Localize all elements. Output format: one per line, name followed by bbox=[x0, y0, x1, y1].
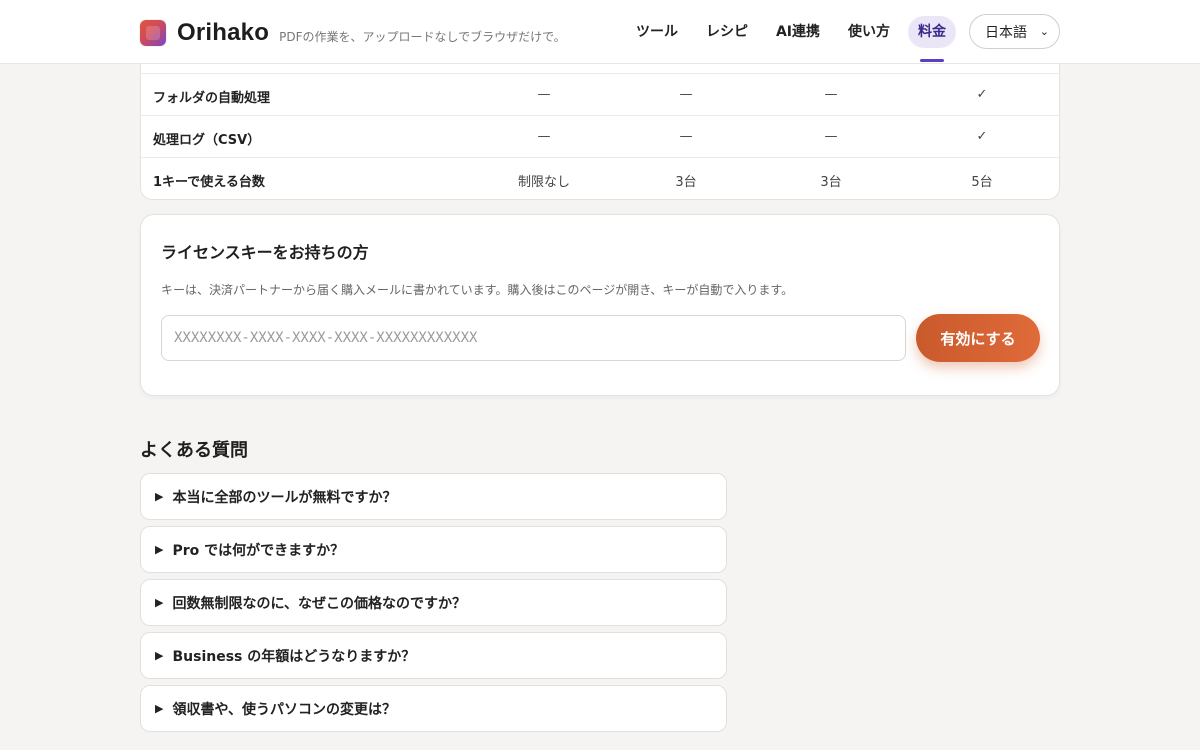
faq-question: Pro では何ができますか？ bbox=[172, 542, 345, 559]
table-row: フォルダの自動処理 — — — ✓ bbox=[141, 73, 1059, 115]
cell-plan-3: — bbox=[824, 129, 838, 144]
faq-title: よくある質問 bbox=[140, 440, 248, 461]
cell-plan-3: 3台 bbox=[820, 175, 842, 190]
faq-question: Business の年額はどうなりますか？ bbox=[172, 648, 416, 665]
orihako-logo-icon bbox=[140, 20, 166, 46]
nav-how-to-use[interactable]: 使い方 bbox=[838, 16, 900, 48]
cell-plan-3: — bbox=[824, 87, 838, 102]
faq-item[interactable]: ▶ Pro では何ができますか？ bbox=[140, 526, 727, 573]
row-label: 処理ログ（CSV） bbox=[153, 133, 261, 148]
license-key-card: ライセンスキーをお持ちの方 キーは、決済パートナーから届く購入メールに書かれてい… bbox=[140, 214, 1060, 396]
disclosure-triangle-icon: ▶ bbox=[155, 596, 164, 609]
activate-button[interactable]: 有効にする bbox=[916, 314, 1040, 362]
cell-plan-2: — bbox=[679, 87, 693, 102]
language-value: 日本語 bbox=[985, 24, 1027, 41]
faq-question: 領収書や、使うパソコンの変更は？ bbox=[172, 701, 397, 718]
faq-item[interactable]: ▶ 本当に全部のツールが無料ですか？ bbox=[140, 473, 727, 520]
top-nav-bar: Orihako PDFの作業を、アップロードなしでブラウザだけで。 ツール レシ… bbox=[0, 0, 1200, 64]
brand[interactable]: Orihako PDFの作業を、アップロードなしでブラウザだけで。 bbox=[140, 19, 566, 47]
license-description: キーは、決済パートナーから届く購入メールに書かれています。購入後はこのページが開… bbox=[161, 283, 794, 297]
check-icon: ✓ bbox=[976, 129, 988, 144]
main-nav: ツール レシピ AI連携 使い方 料金 bbox=[618, 16, 956, 62]
faq-question: 回数無制限なのに、なぜこの価格なのですか？ bbox=[172, 595, 467, 612]
row-label: 1キーで使える台数 bbox=[153, 175, 265, 190]
cell-plan-2: — bbox=[679, 129, 693, 144]
table-row: 処理ログ（CSV） — — — ✓ bbox=[141, 115, 1059, 157]
license-title: ライセンスキーをお持ちの方 bbox=[161, 243, 369, 262]
faq-question: 本当に全部のツールが無料ですか？ bbox=[172, 489, 397, 506]
disclosure-triangle-icon: ▶ bbox=[155, 702, 164, 715]
check-icon: ✓ bbox=[976, 87, 988, 102]
license-key-input[interactable] bbox=[161, 315, 906, 361]
table-row: 1キーで使える台数 制限なし 3台 3台 5台 bbox=[141, 157, 1059, 199]
faq-item[interactable]: ▶ 回数無制限なのに、なぜこの価格なのですか？ bbox=[140, 579, 727, 626]
cell-free: — bbox=[537, 87, 551, 102]
nav-pricing[interactable]: 料金 bbox=[908, 16, 956, 62]
language-select[interactable]: 日本語 ⌄ bbox=[969, 14, 1060, 49]
cell-free: — bbox=[537, 129, 551, 144]
disclosure-triangle-icon: ▶ bbox=[155, 649, 164, 662]
nav-tools[interactable]: ツール bbox=[626, 16, 688, 48]
faq-item[interactable]: ▶ 領収書や、使うパソコンの変更は？ bbox=[140, 685, 727, 732]
cell-plan-2: 3台 bbox=[675, 175, 697, 190]
plan-comparison-table: フォルダの自動処理 — — — ✓ 処理ログ（CSV） — — — ✓ 1キーで… bbox=[140, 50, 1060, 200]
brand-name: Orihako bbox=[177, 19, 270, 46]
chevron-down-icon: ⌄ bbox=[1039, 25, 1049, 38]
tagline: PDFの作業を、アップロードなしでブラウザだけで。 bbox=[279, 29, 566, 44]
row-label: フォルダの自動処理 bbox=[153, 91, 271, 106]
disclosure-triangle-icon: ▶ bbox=[155, 543, 164, 556]
nav-ai-integration[interactable]: AI連携 bbox=[766, 16, 830, 48]
faq-item[interactable]: ▶ Business の年額はどうなりますか？ bbox=[140, 632, 727, 679]
cell-plan-4: 5台 bbox=[971, 175, 993, 190]
cell-free: 制限なし bbox=[517, 175, 570, 190]
disclosure-triangle-icon: ▶ bbox=[155, 490, 164, 503]
nav-recipes[interactable]: レシピ bbox=[696, 16, 758, 48]
